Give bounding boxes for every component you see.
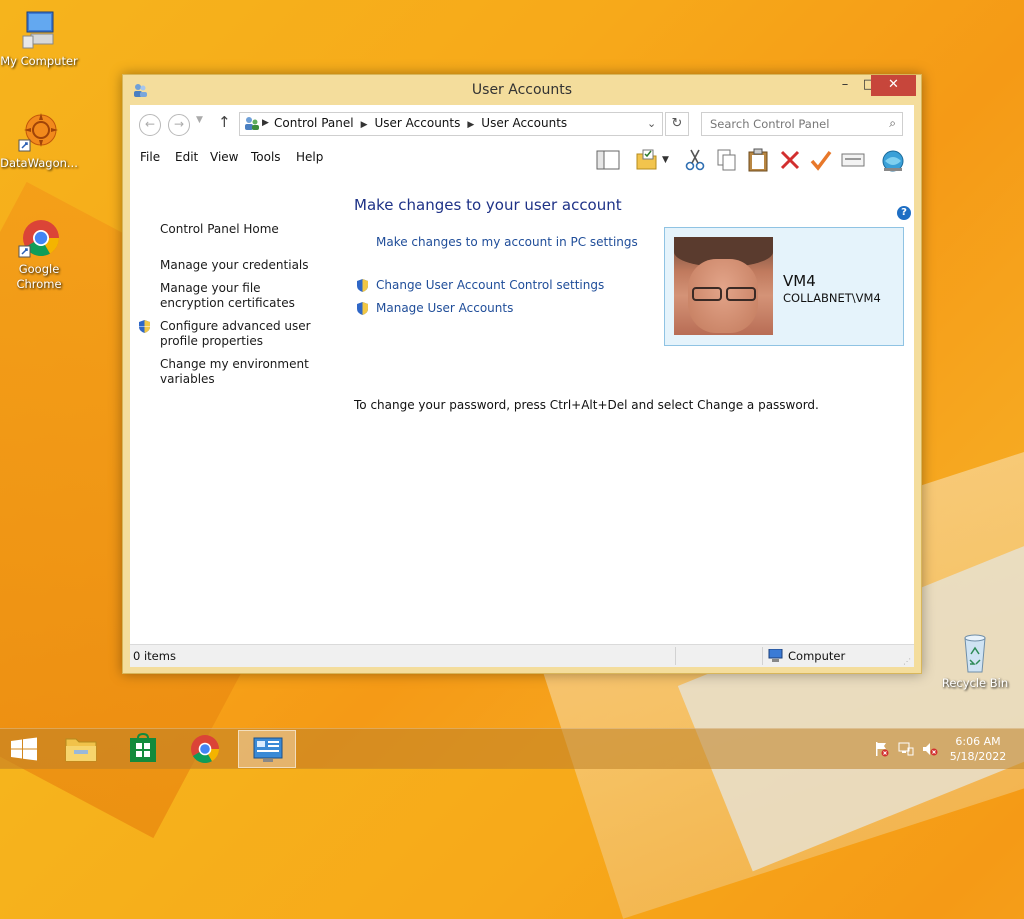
uac-shield-icon	[355, 301, 370, 316]
taskbar: 6:06 AM 5/18/2022	[0, 728, 1024, 769]
clock-time: 6:06 AM	[955, 735, 1001, 748]
uac-shield-icon	[355, 278, 370, 293]
nav-manage-credentials[interactable]: Manage your credentials	[160, 258, 322, 273]
checkmark-icon[interactable]	[809, 148, 833, 172]
user-card: VM4 COLLABNET\VM4	[664, 227, 904, 346]
folder-icon	[65, 738, 97, 762]
menu-bar: File Edit View Tools Help ▼	[130, 143, 914, 175]
window-title: User Accounts	[471, 82, 573, 98]
recycle-bin-icon	[953, 630, 997, 674]
desktop-icon-recycle-bin[interactable]: Recycle Bin	[936, 630, 1014, 691]
pc-settings-link[interactable]: Make changes to my account in PC setting…	[376, 235, 638, 249]
recent-locations-dropdown[interactable]: ▼	[196, 115, 203, 125]
status-divider	[675, 647, 676, 665]
user-domain: COLLABNET\VM4	[783, 291, 881, 305]
breadcrumb-user-accounts[interactable]: User Accounts	[375, 116, 461, 130]
user-name: VM4	[783, 272, 816, 290]
copy-icon[interactable]	[714, 148, 738, 172]
window-client: ← → ▼ ↑ ▶ Control Panel ▶ User Accounts ▶ Us…	[130, 105, 914, 667]
control-panel-icon	[253, 737, 283, 762]
taskbar-control-panel[interactable]	[238, 730, 296, 768]
desktop-icon-label: My Computer	[0, 54, 78, 68]
help-icon[interactable]: ?	[897, 206, 911, 220]
properties-icon[interactable]	[841, 148, 865, 172]
dropdown-icon[interactable]: ▼	[662, 155, 674, 179]
menu-tools[interactable]: Tools	[251, 150, 281, 164]
back-button[interactable]: ←	[139, 114, 161, 136]
taskbar-store[interactable]	[114, 730, 172, 768]
menu-help[interactable]: Help	[296, 150, 323, 164]
desktop-icon-label: Google Chrome	[16, 262, 62, 291]
forward-button[interactable]: →	[168, 114, 190, 136]
volume-muted-icon[interactable]	[922, 741, 938, 757]
menu-file[interactable]: File	[140, 150, 160, 164]
folder-check-icon[interactable]	[635, 148, 659, 172]
computer-icon	[17, 8, 61, 52]
breadcrumb-control-panel[interactable]: Control Panel	[274, 116, 354, 130]
status-item-count: 0 items	[133, 649, 176, 663]
store-icon	[130, 732, 156, 762]
password-note: To change your password, press Ctrl+Alt+…	[354, 398, 819, 412]
search-placeholder: Search Control Panel	[710, 117, 830, 131]
user-accounts-window: User Accounts – □ ✕ ← → ▼ ↑ ▶ Control Pa…	[122, 74, 922, 674]
resize-grip[interactable]: ⋰	[903, 657, 911, 666]
clock-date: 5/18/2022	[949, 750, 1007, 763]
taskbar-chrome[interactable]	[176, 730, 234, 768]
uac-settings-link[interactable]: Change User Account Control settings	[376, 278, 604, 292]
nav-control-panel-home[interactable]: Control Panel Home	[160, 222, 322, 237]
windows-icon	[11, 737, 37, 761]
uac-shield-icon	[137, 319, 152, 334]
desktop-icon-my-computer[interactable]: My Computer	[0, 8, 78, 69]
globe-icon[interactable]	[881, 148, 905, 172]
address-row: ← → ▼ ↑ ▶ Control Panel ▶ User Accounts ▶ Us…	[130, 105, 914, 143]
datawagon-icon	[17, 110, 61, 154]
breadcrumb-separator[interactable]: ▶	[361, 120, 368, 130]
search-input[interactable]: Search Control Panel ⌕	[701, 112, 903, 136]
left-nav-pane: Control Panel Home Manage your credentia…	[130, 175, 330, 645]
refresh-button[interactable]: ↻	[665, 112, 689, 136]
network-icon[interactable]	[898, 741, 914, 757]
chrome-icon	[191, 735, 219, 763]
page-title: Make changes to your user account	[354, 196, 622, 214]
layout-pane-icon[interactable]	[596, 148, 620, 172]
manage-user-accounts-link[interactable]: Manage User Accounts	[376, 301, 513, 315]
paste-icon[interactable]	[746, 148, 770, 172]
desktop-icon-label: DataWagon...	[0, 156, 78, 170]
menu-edit[interactable]: Edit	[175, 150, 198, 164]
action-center-flag-icon[interactable]	[874, 741, 890, 757]
avatar[interactable]	[674, 237, 773, 335]
close-button[interactable]: ✕	[871, 75, 916, 96]
up-button[interactable]: ↑	[218, 113, 231, 131]
system-clock[interactable]: 6:06 AM 5/18/2022	[948, 734, 1008, 764]
chrome-icon	[17, 216, 61, 260]
breadcrumb-user-accounts-current[interactable]: User Accounts	[481, 116, 567, 130]
breadcrumb-separator[interactable]: ▶	[262, 118, 269, 128]
menu-view[interactable]: View	[210, 150, 238, 164]
breadcrumb-separator[interactable]: ▶	[467, 120, 474, 130]
start-button[interactable]	[0, 730, 48, 768]
delete-icon[interactable]	[778, 148, 802, 172]
title-bar[interactable]: User Accounts – □ ✕	[123, 75, 921, 105]
status-zone: Computer	[788, 649, 846, 663]
desktop-icon-datawagon[interactable]: DataWagon...	[0, 110, 78, 171]
computer-icon	[768, 648, 783, 662]
address-bar[interactable]: ▶ Control Panel ▶ User Accounts ▶ User Accou…	[239, 112, 663, 136]
search-icon[interactable]: ⌕	[889, 116, 896, 131]
chevron-down-icon[interactable]: ⌄	[647, 117, 656, 130]
taskbar-file-explorer[interactable]	[52, 730, 110, 768]
nav-change-environment-variables[interactable]: Change my environment variables	[160, 357, 322, 387]
nav-configure-user-profile[interactable]: Configure advanced user profile properti…	[160, 319, 322, 349]
breadcrumb: Control Panel ▶ User Accounts ▶ User Account…	[274, 116, 567, 130]
control-panel-icon	[243, 115, 260, 132]
status-divider	[762, 647, 763, 665]
cut-icon[interactable]	[683, 148, 707, 172]
nav-manage-encryption-certificates[interactable]: Manage your file encryption certificates	[160, 281, 322, 311]
status-bar: 0 items Computer ⋰	[130, 644, 914, 667]
desktop-icon-google-chrome[interactable]: Google Chrome	[0, 216, 78, 292]
desktop-icon-label: Recycle Bin	[941, 676, 1009, 690]
